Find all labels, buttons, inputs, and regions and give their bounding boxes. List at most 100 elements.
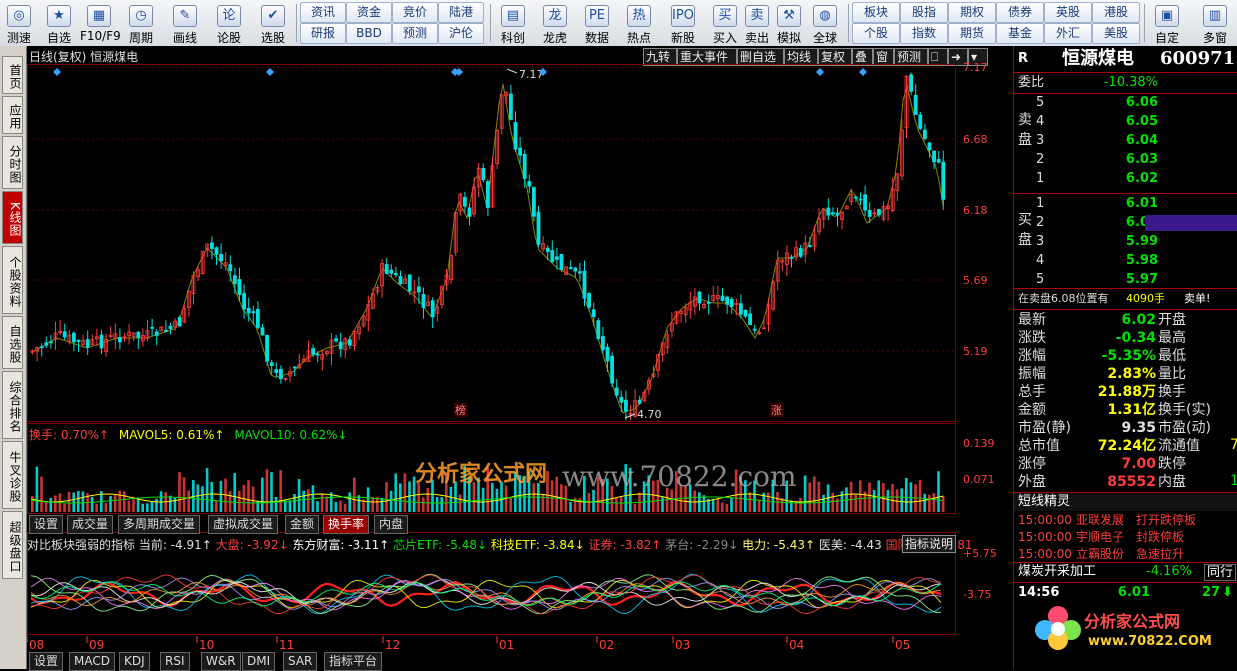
- toolbar-toolbar-items-3-button[interactable]: ◷ 周期: [122, 0, 160, 46]
- toolbar-toolbar-items2-1-icon: 龙: [543, 5, 567, 27]
- toolbar-grid-button[interactable]: 英股: [1044, 2, 1092, 23]
- toolbar-toolbar-items-6-icon: ✔: [261, 5, 285, 27]
- toolbar-grid-button[interactable]: BBD: [346, 23, 392, 44]
- candle-body: [265, 334, 270, 362]
- toolbar-toolbar-items-2-button[interactable]: ▦ F10/F9: [80, 0, 121, 46]
- toolbar-grid-button[interactable]: 股指: [900, 2, 948, 23]
- toolbar-grid-button[interactable]: 资讯: [300, 2, 346, 23]
- toolbar-grid-button[interactable]: 港股: [1092, 2, 1140, 23]
- sub-tab-1[interactable]: 成交量: [67, 515, 114, 534]
- toolbar-grid-button[interactable]: 美股: [1092, 23, 1140, 44]
- candle-body: [393, 273, 398, 276]
- sell-level[interactable]: 4 6.05: [1014, 113, 1237, 131]
- toolbar-toolbar-items3-1-button[interactable]: ▥ 多窗: [1196, 0, 1234, 46]
- sub-tab-0[interactable]: 设置: [29, 515, 64, 534]
- toolbar-toolbar-items2-4-button[interactable]: IPO 新股: [664, 0, 702, 46]
- toolbar-toolbar-items-4-button[interactable]: ✎ 画线: [166, 0, 204, 46]
- toolbar-grid-button[interactable]: 陆港: [438, 2, 484, 23]
- toolbar-grid-button[interactable]: 个股: [852, 23, 900, 44]
- left-tab-0[interactable]: 首页: [2, 56, 23, 94]
- sell-level[interactable]: 5 6.06: [1014, 94, 1237, 112]
- toolbar-toolbar-items-6-button[interactable]: ✔ 选股: [254, 0, 292, 46]
- toolbar-toolbar-items2-0-button[interactable]: ▤ 科创: [494, 0, 532, 46]
- bottom-tab-7[interactable]: 指标平台: [324, 652, 383, 671]
- toolbar-grid-button[interactable]: 基金: [996, 23, 1044, 44]
- sell-level[interactable]: 1 6.02: [1014, 170, 1237, 188]
- toolbar-toolbar-items-1-button[interactable]: ★ 自选: [40, 0, 78, 46]
- toolbar-grid-button[interactable]: 外汇: [1044, 23, 1092, 44]
- toolbar-toolbar-items2-1-button[interactable]: 龙龙虎: [536, 0, 574, 46]
- toolbar-toolbar-items2-2-button[interactable]: PE 数据: [578, 0, 616, 46]
- turnover-bar: [320, 493, 324, 512]
- candle-body: [177, 316, 182, 327]
- turnover-bar: [808, 482, 811, 512]
- toolbar-grid-button[interactable]: 沪伦: [438, 23, 484, 44]
- genie-item[interactable]: 15:00:00 立霸股份 急速拉升: [1014, 545, 1237, 563]
- toolbar-grid-button[interactable]: 期权: [948, 2, 996, 23]
- bottom-tab-4[interactable]: W&R: [201, 652, 241, 671]
- toolbar-toolbar-items3-0-button[interactable]: ▣ 自定: [1148, 0, 1186, 46]
- left-tab-8[interactable]: 超级盘口: [2, 511, 23, 579]
- candle-body: [601, 336, 605, 351]
- sub-tab-3[interactable]: 虚拟成交量: [208, 515, 279, 534]
- toolbar-toolbar-items2-3-button[interactable]: 热热点: [620, 0, 658, 46]
- sector-row[interactable]: 煤炭开采加工 -4.16% 同行: [1014, 563, 1237, 581]
- bottom-tab-5[interactable]: DMI: [242, 652, 276, 671]
- genie-item[interactable]: 15:00:00 宇顺电子 封跌停板: [1014, 528, 1237, 546]
- buy-level[interactable]: 2 6.00: [1014, 214, 1237, 232]
- sub-tab-4[interactable]: 金额: [285, 515, 320, 534]
- toolbar-grid-button[interactable]: 指数: [900, 23, 948, 44]
- bottom-tab-6[interactable]: SAR: [283, 652, 318, 671]
- turnover-bar: [127, 500, 131, 512]
- bottom-tab-3[interactable]: RSI: [160, 652, 190, 671]
- turnover-bar: [767, 492, 770, 512]
- buy-level[interactable]: 4 5.98: [1014, 252, 1237, 270]
- bottom-tab-0[interactable]: 设置: [29, 652, 64, 671]
- toolbar-toolbar-items-5-button[interactable]: 论论股: [210, 0, 248, 46]
- bottom-tab-2[interactable]: KDJ: [119, 652, 150, 671]
- left-tab-1[interactable]: 应用: [2, 96, 23, 134]
- candle-body: [430, 300, 435, 318]
- left-tab-7[interactable]: 牛叉诊股: [2, 441, 23, 509]
- buy-level[interactable]: 1 6.01: [1014, 195, 1237, 213]
- toolbar-toolbar-items-0-icon: ◎: [7, 5, 31, 27]
- toolbar-toolbar-items2-7-button[interactable]: ⚒ 模拟: [770, 0, 808, 46]
- left-tab-5[interactable]: 自选股: [2, 316, 23, 369]
- toolbar-grid-button[interactable]: 期货: [948, 23, 996, 44]
- stat-label: 振幅: [1018, 366, 1046, 382]
- event-diamond-icon: [266, 68, 274, 76]
- sub-tab-2[interactable]: 多周期成交量: [118, 515, 201, 534]
- toolbar-grid-button[interactable]: 债券: [996, 2, 1044, 23]
- genie-header[interactable]: 短线精灵: [1014, 493, 1237, 511]
- toolbar-grid-button[interactable]: 资金: [346, 2, 392, 23]
- sell-level[interactable]: 2 6.03: [1014, 151, 1237, 169]
- toolbar-label: 数据: [584, 31, 609, 45]
- sub-tab-6[interactable]: 内盘: [374, 515, 409, 534]
- kline-chart-area[interactable]: 日线(复权) 恒源煤电 九转 重大事件 删自选 均线 复权叠窗预测 ⎕ ➜ ▾ 7.17 6.6…: [27, 46, 1013, 671]
- buy-level[interactable]: 5 5.97: [1014, 271, 1237, 289]
- genie-time: 15:00:00: [1018, 547, 1072, 561]
- turnover-bar: [592, 489, 595, 512]
- sub-tab-5[interactable]: 换手率: [323, 515, 370, 534]
- buy-level[interactable]: 3 5.99: [1014, 233, 1237, 251]
- peers-button[interactable]: 同行: [1204, 564, 1237, 581]
- toolbar-grid-button[interactable]: 板块: [852, 2, 900, 23]
- left-tab-3[interactable]: K线图: [2, 191, 23, 244]
- chart-canvas[interactable]: 7.176.686.185.695.190.1390.071+5.75-3.75…: [27, 46, 1013, 669]
- toolbar-toolbar-items-0-button[interactable]: ◎ 测速: [0, 0, 38, 46]
- candle-body: [619, 396, 624, 403]
- alert-text: 在卖盘6.08位置有: [1018, 292, 1109, 305]
- toolbar-toolbar-items2-8-button[interactable]: ◍ 全球: [806, 0, 844, 46]
- left-tab-6[interactable]: 综合排名: [2, 371, 23, 439]
- candle-body: [389, 269, 394, 274]
- genie-item[interactable]: 15:00:00 亚联发展 打开跌停板: [1014, 511, 1237, 529]
- toolbar-grid-button[interactable]: 预测: [392, 23, 438, 44]
- toolbar-grid-button[interactable]: 竞价: [392, 2, 438, 23]
- left-tab-4[interactable]: 个股资料: [2, 246, 23, 314]
- sell-level-price: 6.03: [1125, 152, 1158, 167]
- sell-level[interactable]: 3 6.04: [1014, 132, 1237, 150]
- toolbar-grid-button[interactable]: 研报: [300, 23, 346, 44]
- bottom-tab-1[interactable]: MACD: [69, 652, 115, 671]
- indicator-help-button[interactable]: 指标说明: [902, 535, 957, 553]
- left-tab-2[interactable]: 分时图: [2, 136, 23, 189]
